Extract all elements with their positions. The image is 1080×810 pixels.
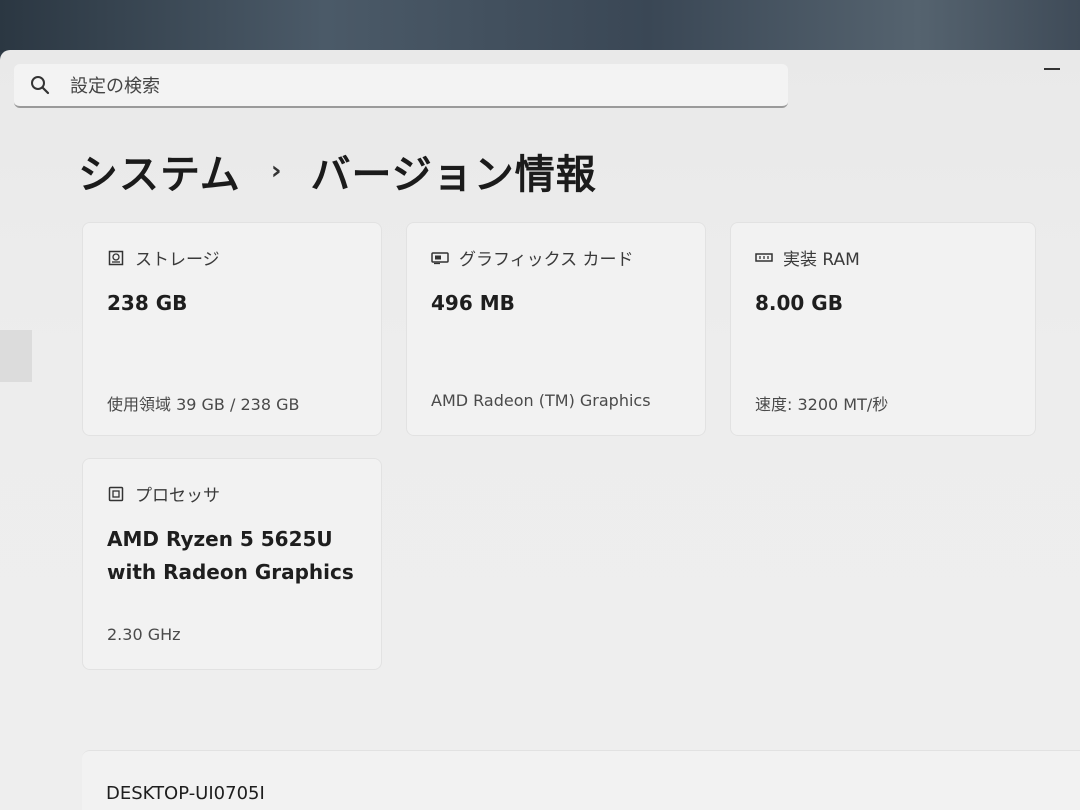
minimize-icon[interactable] — [1044, 68, 1060, 70]
processor-value: AMD Ryzen 5 5625U with Radeon Graphics — [107, 527, 354, 584]
processor-detail: 2.30 GHz — [107, 625, 181, 644]
search-icon — [28, 73, 52, 97]
processor-label: プロセッサ — [135, 486, 220, 506]
search-input[interactable]: 設定の検索 — [70, 72, 160, 98]
storage-header: ストレージ — [107, 245, 220, 270]
ram-label: 実装 RAM — [783, 250, 860, 270]
settings-window: 設定の検索 システム › バージョン情報 ストレージ 238 GB 使用領域 3… — [0, 50, 1080, 810]
breadcrumb-separator: › — [270, 156, 283, 186]
storage-card[interactable]: ストレージ 238 GB 使用領域 39 GB / 238 GB — [82, 222, 382, 436]
page-title: バージョン情報 — [310, 152, 597, 198]
storage-label: ストレージ — [135, 250, 220, 270]
breadcrumb: システム › バージョン情報 — [78, 142, 597, 200]
graphics-label: グラフィックス カード — [459, 250, 634, 270]
ram-detail: 速度: 3200 MT/秒 — [755, 395, 889, 414]
graphics-detail: AMD Radeon (TM) Graphics — [431, 391, 651, 410]
device-name: DESKTOP-UI0705I — [106, 783, 265, 804]
processor-icon — [107, 485, 125, 503]
graphics-card-icon — [431, 249, 449, 267]
graphics-card[interactable]: グラフィックス カード 496 MB AMD Radeon (TM) Graph… — [406, 222, 706, 436]
device-name-card[interactable]: DESKTOP-UI0705I — [82, 750, 1080, 810]
ram-header: 実装 RAM — [755, 245, 860, 270]
processor-card[interactable]: プロセッサ AMD Ryzen 5 5625U with Radeon Grap… — [82, 458, 382, 670]
desktop-background — [0, 0, 1080, 52]
graphics-header: グラフィックス カード — [431, 245, 634, 270]
ram-value: 8.00 GB — [755, 291, 843, 315]
breadcrumb-parent[interactable]: システム — [78, 142, 241, 200]
search-box[interactable]: 設定の検索 — [14, 64, 788, 108]
storage-icon — [107, 249, 125, 267]
processor-header: プロセッサ — [107, 481, 220, 506]
ram-card[interactable]: 実装 RAM 8.00 GB 速度: 3200 MT/秒 — [730, 222, 1036, 436]
storage-value: 238 GB — [107, 291, 188, 315]
storage-detail: 使用領域 39 GB / 238 GB — [107, 395, 300, 414]
nav-pane-edge — [0, 330, 32, 382]
graphics-value: 496 MB — [431, 291, 515, 315]
memory-icon — [755, 249, 773, 267]
